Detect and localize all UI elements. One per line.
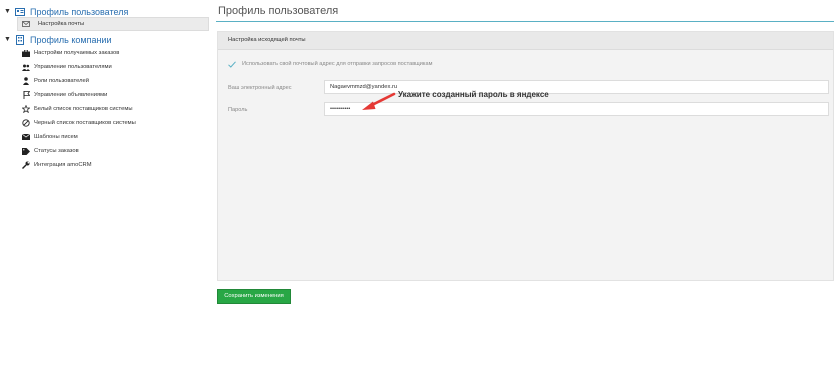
sidebar-item-amocrm[interactable]: Интеграция amoCRM xyxy=(22,160,92,170)
use-own-email-label: Использовать свой почтовый адрес для отп… xyxy=(242,61,433,67)
sidebar-item-listings[interactable]: Управление объявлениями xyxy=(22,90,107,100)
sidebar-item-label: Белый список поставщиков системы xyxy=(34,106,133,112)
sidebar-item-mail-settings[interactable]: Настройка почты xyxy=(17,17,209,31)
user-role-icon xyxy=(22,77,30,85)
checkmark-icon[interactable] xyxy=(228,60,236,68)
sidebar-item-label: Черный список поставщиков системы xyxy=(34,120,136,126)
panel-header: Настройка исходящей почты xyxy=(218,32,833,50)
sidebar-item-user-roles[interactable]: Роли пользователей xyxy=(22,76,89,86)
user-card-icon xyxy=(14,7,26,17)
annotation-arrow-icon xyxy=(362,92,396,110)
flag-icon xyxy=(22,91,30,99)
envelope-icon xyxy=(22,133,30,141)
sidebar-item-label: Управление пользователями xyxy=(34,64,112,70)
save-button[interactable]: Сохранить изменения xyxy=(217,289,291,304)
tag-icon xyxy=(22,147,30,155)
sidebar-item-label: Настройка почты xyxy=(38,21,85,27)
sidebar-group-label[interactable]: Профиль компании xyxy=(30,34,112,46)
sidebar-item-blacklist[interactable]: Черный список поставщиков системы xyxy=(22,118,136,128)
ban-icon xyxy=(22,119,30,127)
sidebar-item-label: Настройки получаемых заказов xyxy=(34,50,120,56)
title-divider xyxy=(216,21,834,22)
sidebar-item-whitelist[interactable]: Белый список поставщиков системы xyxy=(22,104,133,114)
sidebar-item-order-settings[interactable]: Настройки получаемых заказов xyxy=(22,48,119,58)
star-icon xyxy=(22,105,30,113)
caret-down-icon[interactable]: ▼ xyxy=(4,34,12,46)
building-icon xyxy=(14,35,26,45)
briefcase-icon xyxy=(22,49,30,57)
annotation-hint: Укажите созданный пароль в яндексе xyxy=(398,90,549,99)
outgoing-mail-panel: Настройка исходящей почты Использовать с… xyxy=(217,31,834,281)
sidebar-group-company-profile[interactable]: ▼ Профиль компании xyxy=(4,34,112,46)
password-field[interactable]: •••••••••• xyxy=(324,102,829,116)
sidebar-item-email-templates[interactable]: Шаблоны писем xyxy=(22,132,78,142)
sidebar-item-label: Шаблоны писем xyxy=(34,134,78,140)
sidebar-item-label: Роли пользователей xyxy=(34,78,89,84)
users-icon xyxy=(22,63,30,71)
password-label: Пароль xyxy=(228,107,248,113)
wrench-icon xyxy=(22,161,30,169)
sidebar-item-label: Управление объявлениями xyxy=(34,92,108,98)
sidebar: ▼ Профиль пользователя Настройка почты ▼… xyxy=(0,0,212,382)
sidebar-item-order-statuses[interactable]: Статусы заказов xyxy=(22,146,79,156)
caret-down-icon[interactable]: ▼ xyxy=(4,6,12,18)
envelope-icon xyxy=(22,21,32,27)
sidebar-item-label: Интеграция amoCRM xyxy=(34,162,92,168)
panel-title: Настройка исходящей почты xyxy=(228,37,306,43)
sidebar-item-user-management[interactable]: Управление пользователями xyxy=(22,62,112,72)
use-own-email-row[interactable]: Использовать свой почтовый адрес для отп… xyxy=(228,60,432,68)
page-title: Профиль пользователя xyxy=(218,5,339,17)
email-label: Ваш электронный адрес xyxy=(228,85,292,91)
sidebar-item-label: Статусы заказов xyxy=(34,148,79,154)
